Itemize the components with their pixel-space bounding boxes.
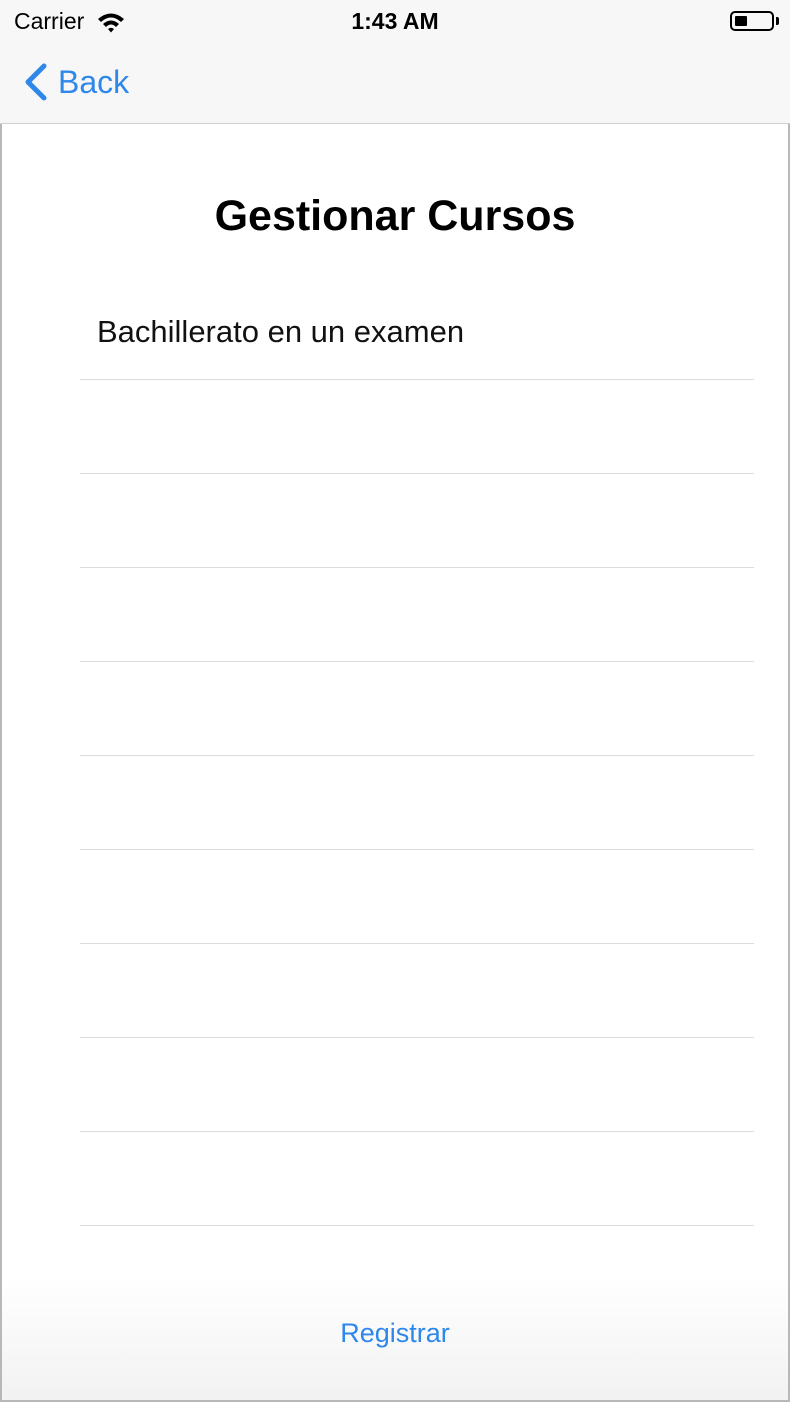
back-button-label: Back: [58, 63, 130, 100]
course-row[interactable]: [80, 1132, 754, 1226]
course-row[interactable]: [80, 850, 754, 944]
back-button[interactable]: Back: [22, 60, 129, 104]
course-row[interactable]: [80, 568, 754, 662]
battery-cap: [776, 17, 779, 25]
bottom-toolbar: Registrar: [0, 1274, 790, 1402]
chevron-left-icon: [25, 63, 47, 101]
course-row[interactable]: [80, 944, 754, 1038]
page-title: Gestionar Cursos: [214, 192, 576, 240]
course-row[interactable]: [80, 756, 754, 850]
course-row[interactable]: [80, 474, 754, 568]
main-content: Gestionar Cursos Bachillerato en un exam…: [0, 124, 790, 1320]
clock-label: 1:43 AM: [351, 8, 439, 34]
course-row[interactable]: [80, 662, 754, 756]
course-row[interactable]: [80, 380, 754, 474]
battery-level: [735, 16, 747, 26]
course-row-label: Bachillerato en un examen: [97, 314, 465, 349]
register-button[interactable]: Registrar: [2, 1318, 788, 1349]
course-list[interactable]: Bachillerato en un examen: [80, 286, 754, 1320]
navigation-bar: Back: [0, 44, 790, 124]
course-row[interactable]: [80, 1038, 754, 1132]
course-row[interactable]: Bachillerato en un examen: [80, 286, 754, 380]
battery-icon: [730, 11, 774, 31]
status-bar: Carrier 1:43 AM: [0, 0, 790, 44]
